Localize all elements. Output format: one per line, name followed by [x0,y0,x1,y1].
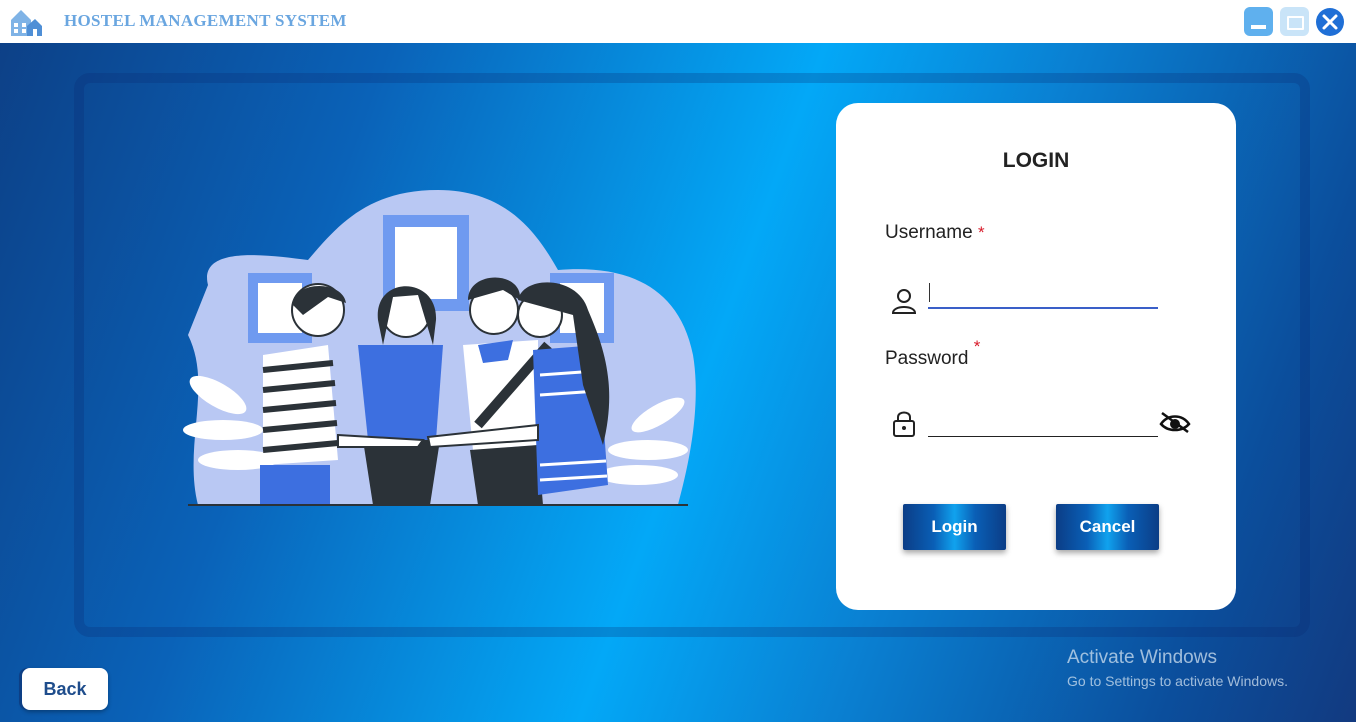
app-title: HOSTEL MANAGEMENT SYSTEM [64,11,347,30]
title-bar: HOSTEL MANAGEMENT SYSTEM [0,0,1356,43]
username-label: Username * [885,222,985,244]
minimize-icon[interactable] [1244,7,1273,36]
hostel-logo-icon [11,10,42,36]
cancel-button[interactable]: Cancel [1056,504,1159,550]
login-card: LOGIN Username * Password * Login Cancel [836,103,1236,610]
username-required-mark: * [977,223,985,242]
team-hands-illustration [183,190,696,506]
password-input[interactable] [928,413,1158,437]
username-input[interactable] [928,285,1158,309]
password-required-mark: * [973,337,981,356]
password-label-text: Password [885,348,969,369]
text-caret [929,283,930,302]
password-label: Password * [885,337,980,370]
user-icon [891,289,917,314]
lock-icon [893,411,915,437]
maximize-icon[interactable] [1280,7,1309,36]
hide-password-eye-icon[interactable] [1158,410,1192,436]
login-button[interactable]: Login [903,504,1006,550]
username-label-text: Username [885,222,973,243]
close-icon[interactable] [1316,8,1344,36]
windows-activation-watermark: Activate Windows Go to Settings to activ… [1067,647,1288,689]
watermark-subtitle: Go to Settings to activate Windows. [1067,673,1288,689]
login-title: LOGIN [1002,149,1070,172]
watermark-title: Activate Windows [1067,647,1217,668]
back-button[interactable]: Back [22,668,108,710]
